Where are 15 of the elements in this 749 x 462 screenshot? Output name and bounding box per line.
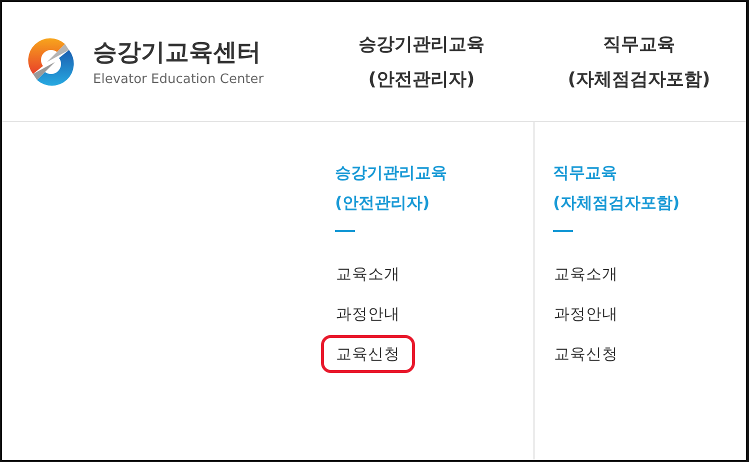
menu-item[interactable]: 교육소개 <box>321 255 415 293</box>
heading-dash <box>335 230 355 232</box>
logo-icon <box>25 36 77 88</box>
menu-item[interactable]: 과정안내 <box>539 295 633 333</box>
menu-item[interactable]: 교육신청 <box>539 335 633 373</box>
nav-link[interactable]: 직무교육 (자체점검자포함) <box>533 2 745 121</box>
heading-dash <box>553 230 573 232</box>
menu-item[interactable]: 교육소개 <box>539 255 633 293</box>
menu-item[interactable]: 과정안내 <box>321 295 415 333</box>
menu-heading: 직무교육 (자체점검자포함) <box>553 162 680 214</box>
nav-link[interactable]: 승강기관리교육 (안전관리자) <box>310 2 533 121</box>
site-title: 승강기교육센터 <box>93 37 262 68</box>
menu-heading: 승강기관리교육 (안전관리자) <box>335 162 447 214</box>
menu-item[interactable]: 교육신청 <box>321 335 415 373</box>
site-subtitle: Elevator Education Center <box>93 72 264 87</box>
